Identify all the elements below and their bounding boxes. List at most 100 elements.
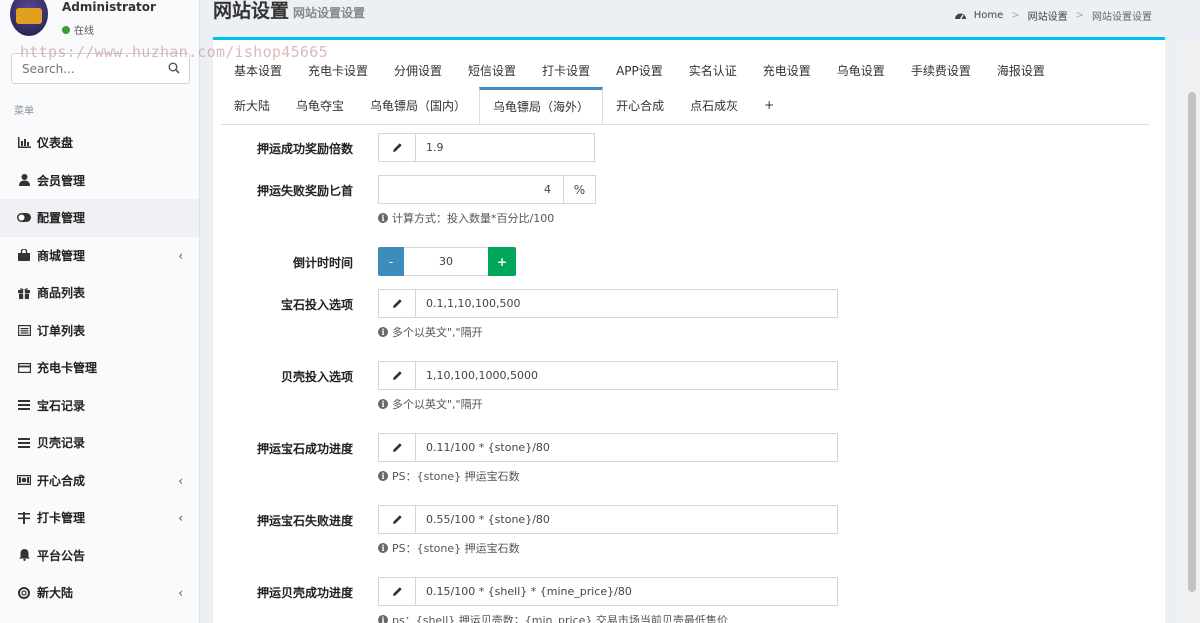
field-label: 押运成功奖励倍数 <box>256 142 353 156</box>
search-input[interactable] <box>12 54 152 83</box>
tab-turtle-escort-domestic[interactable]: 乌龟镖局（国内） <box>357 87 479 123</box>
sidebar-item-mall[interactable]: 商城管理 ‹ <box>0 237 199 275</box>
pencil-icon <box>379 290 416 317</box>
user-name: Administrator <box>62 0 156 14</box>
help-text-content: 多个以英文","隔开 <box>392 326 483 339</box>
tab-app-settings[interactable]: APP设置 <box>603 52 676 88</box>
help-text-content: PS：{stone} 押运宝石数 <box>392 542 520 555</box>
sliders-icon <box>17 511 31 525</box>
help-text: i ps：{shell} 押运贝壳数；{min_price} 交易市场当前贝壳最… <box>378 612 728 623</box>
sidebar-item-checkin[interactable]: 打卡管理 ‹ <box>0 499 199 537</box>
tab-turtle-escort-overseas[interactable]: 乌龟镖局（海外） <box>479 87 604 124</box>
pencil-icon <box>379 134 416 161</box>
tab-sms-settings[interactable]: 短信设置 <box>455 52 529 88</box>
info-icon: i <box>378 213 388 223</box>
sidebar-item-happy-merge[interactable]: 开心合成 ‹ <box>0 462 199 500</box>
breadcrumb-home[interactable]: Home <box>974 10 1004 21</box>
shell-success-progress-input[interactable]: 0.15/100 * {shell} * {mine_price}/80 <box>416 578 837 605</box>
pencil-icon <box>379 578 416 605</box>
list-alt-icon <box>17 323 31 337</box>
sidebar: Administrator 在线 菜单 仪表盘 会员管理 配置管理 商城管理 ‹ <box>0 0 200 623</box>
breadcrumb-level1[interactable]: 网站设置 <box>1028 8 1068 23</box>
tab-charge-settings[interactable]: 充电设置 <box>750 52 824 88</box>
sidebar-item-announcements[interactable]: 平台公告 <box>0 537 199 575</box>
escort-failure-dagger-field: 4 % <box>378 175 596 204</box>
gift-icon <box>17 286 31 300</box>
sidebar-item-label: 会员管理 <box>37 173 86 188</box>
escort-failure-dagger-input[interactable]: 4 <box>379 176 563 203</box>
countdown-input[interactable]: 30 <box>404 247 488 276</box>
tab-fee-settings[interactable]: 手续费设置 <box>898 52 984 88</box>
bell-icon <box>17 548 31 562</box>
tab-turtle-settings[interactable]: 乌龟设置 <box>824 52 898 88</box>
gem-options-input[interactable]: 0.1,1,10,100,500 <box>416 290 837 317</box>
tab-happy-merge[interactable]: 开心合成 <box>603 87 677 123</box>
sidebar-item-label: 仪表盘 <box>37 136 74 151</box>
shopping-bag-icon <box>17 248 31 262</box>
help-text-content: PS：{stone} 押运宝石数 <box>392 470 520 483</box>
tab-checkin-settings[interactable]: 打卡设置 <box>529 52 603 88</box>
decrement-button[interactable]: - <box>378 247 404 276</box>
user-icon <box>17 173 31 187</box>
tab-commission-settings[interactable]: 分佣设置 <box>381 52 455 88</box>
shell-options-input[interactable]: 1,10,100,1000,5000 <box>416 362 837 389</box>
sidebar-menu: 仪表盘 会员管理 配置管理 商城管理 ‹ 商品列表 订单列表 充电卡管理 宝石记… <box>0 124 199 612</box>
search-icon[interactable] <box>168 62 180 74</box>
tab-recharge-card-settings[interactable]: 充电卡设置 <box>295 52 381 88</box>
help-text-content: 多个以英文","隔开 <box>392 398 483 411</box>
sidebar-item-shell-records[interactable]: 贝壳记录 <box>0 424 199 462</box>
page-scrollbar[interactable] <box>1183 40 1200 623</box>
page-title: 网站设置 网站设置设置 <box>213 0 365 23</box>
sidebar-item-dashboard[interactable]: 仪表盘 <box>0 124 199 162</box>
sidebar-item-orders[interactable]: 订单列表 <box>0 312 199 350</box>
sidebar-item-label: 打卡管理 <box>37 511 86 526</box>
avatar[interactable] <box>10 0 48 36</box>
sidebar-item-members[interactable]: 会员管理 <box>0 162 199 200</box>
field-label: 押运贝壳成功进度 <box>256 586 353 600</box>
user-status: 在线 <box>62 22 94 37</box>
chevron-left-icon: ‹ <box>178 248 183 263</box>
info-icon: i <box>378 327 388 337</box>
info-icon: i <box>378 471 388 481</box>
sidebar-item-config[interactable]: 配置管理 <box>0 199 199 237</box>
pencil-icon <box>379 506 416 533</box>
credit-card-icon <box>17 361 31 375</box>
tab-add-button[interactable]: + <box>751 87 787 123</box>
tab-turtle-treasure[interactable]: 乌龟夺宝 <box>283 87 357 123</box>
info-icon: i <box>378 543 388 553</box>
tab-basic-settings[interactable]: 基本设置 <box>221 52 295 88</box>
tab-stone-to-ash[interactable]: 点石成灰 <box>677 87 751 123</box>
tabs-row-1: 基本设置 充电卡设置 分佣设置 短信设置 打卡设置 APP设置 实名认证 充电设… <box>221 52 1058 88</box>
online-status-icon <box>62 25 70 34</box>
help-text: i 计算方式：投入数量*百分比/100 <box>378 210 554 226</box>
gem-failure-progress-input[interactable]: 0.55/100 * {stone}/80 <box>416 506 837 533</box>
sidebar-item-label: 宝石记录 <box>37 398 86 413</box>
user-panel: Administrator 在线 <box>0 0 199 45</box>
help-text: i 多个以英文","隔开 <box>378 396 483 412</box>
settings-panel: 基本设置 充电卡设置 分佣设置 短信设置 打卡设置 APP设置 实名认证 充电设… <box>213 37 1165 623</box>
scrollbar-thumb[interactable] <box>1188 92 1196 592</box>
countdown-stepper: - 30 + <box>378 247 516 276</box>
breadcrumb-separator: > <box>1075 10 1084 21</box>
help-text: i 多个以英文","隔开 <box>378 324 483 340</box>
pencil-icon <box>379 362 416 389</box>
tab-real-name-auth[interactable]: 实名认证 <box>676 52 750 88</box>
sidebar-item-label: 平台公告 <box>37 548 86 563</box>
tab-new-continent[interactable]: 新大陆 <box>221 87 283 123</box>
search-box <box>11 53 190 84</box>
sidebar-item-gem-records[interactable]: 宝石记录 <box>0 387 199 425</box>
gem-success-progress-input[interactable]: 0.11/100 * {stone}/80 <box>416 434 837 461</box>
increment-button[interactable]: + <box>488 247 516 276</box>
toggle-icon <box>17 211 31 225</box>
sidebar-item-recharge-cards[interactable]: 充电卡管理 <box>0 349 199 387</box>
help-text-content: ps：{shell} 押运贝壳数；{min_price} 交易市场当前贝壳最低售… <box>392 614 728 623</box>
sidebar-item-label: 新大陆 <box>37 586 74 601</box>
sidebar-item-products[interactable]: 商品列表 <box>0 274 199 312</box>
dashboard-icon <box>954 13 966 20</box>
sidebar-item-label: 贝壳记录 <box>37 436 86 451</box>
sidebar-item-new-continent[interactable]: 新大陆 ‹ <box>0 574 199 612</box>
tab-poster-settings[interactable]: 海报设置 <box>984 52 1058 88</box>
user-status-text: 在线 <box>74 26 94 37</box>
escort-success-multiplier-input[interactable]: 1.9 <box>416 134 594 161</box>
chevron-left-icon: ‹ <box>178 586 183 600</box>
